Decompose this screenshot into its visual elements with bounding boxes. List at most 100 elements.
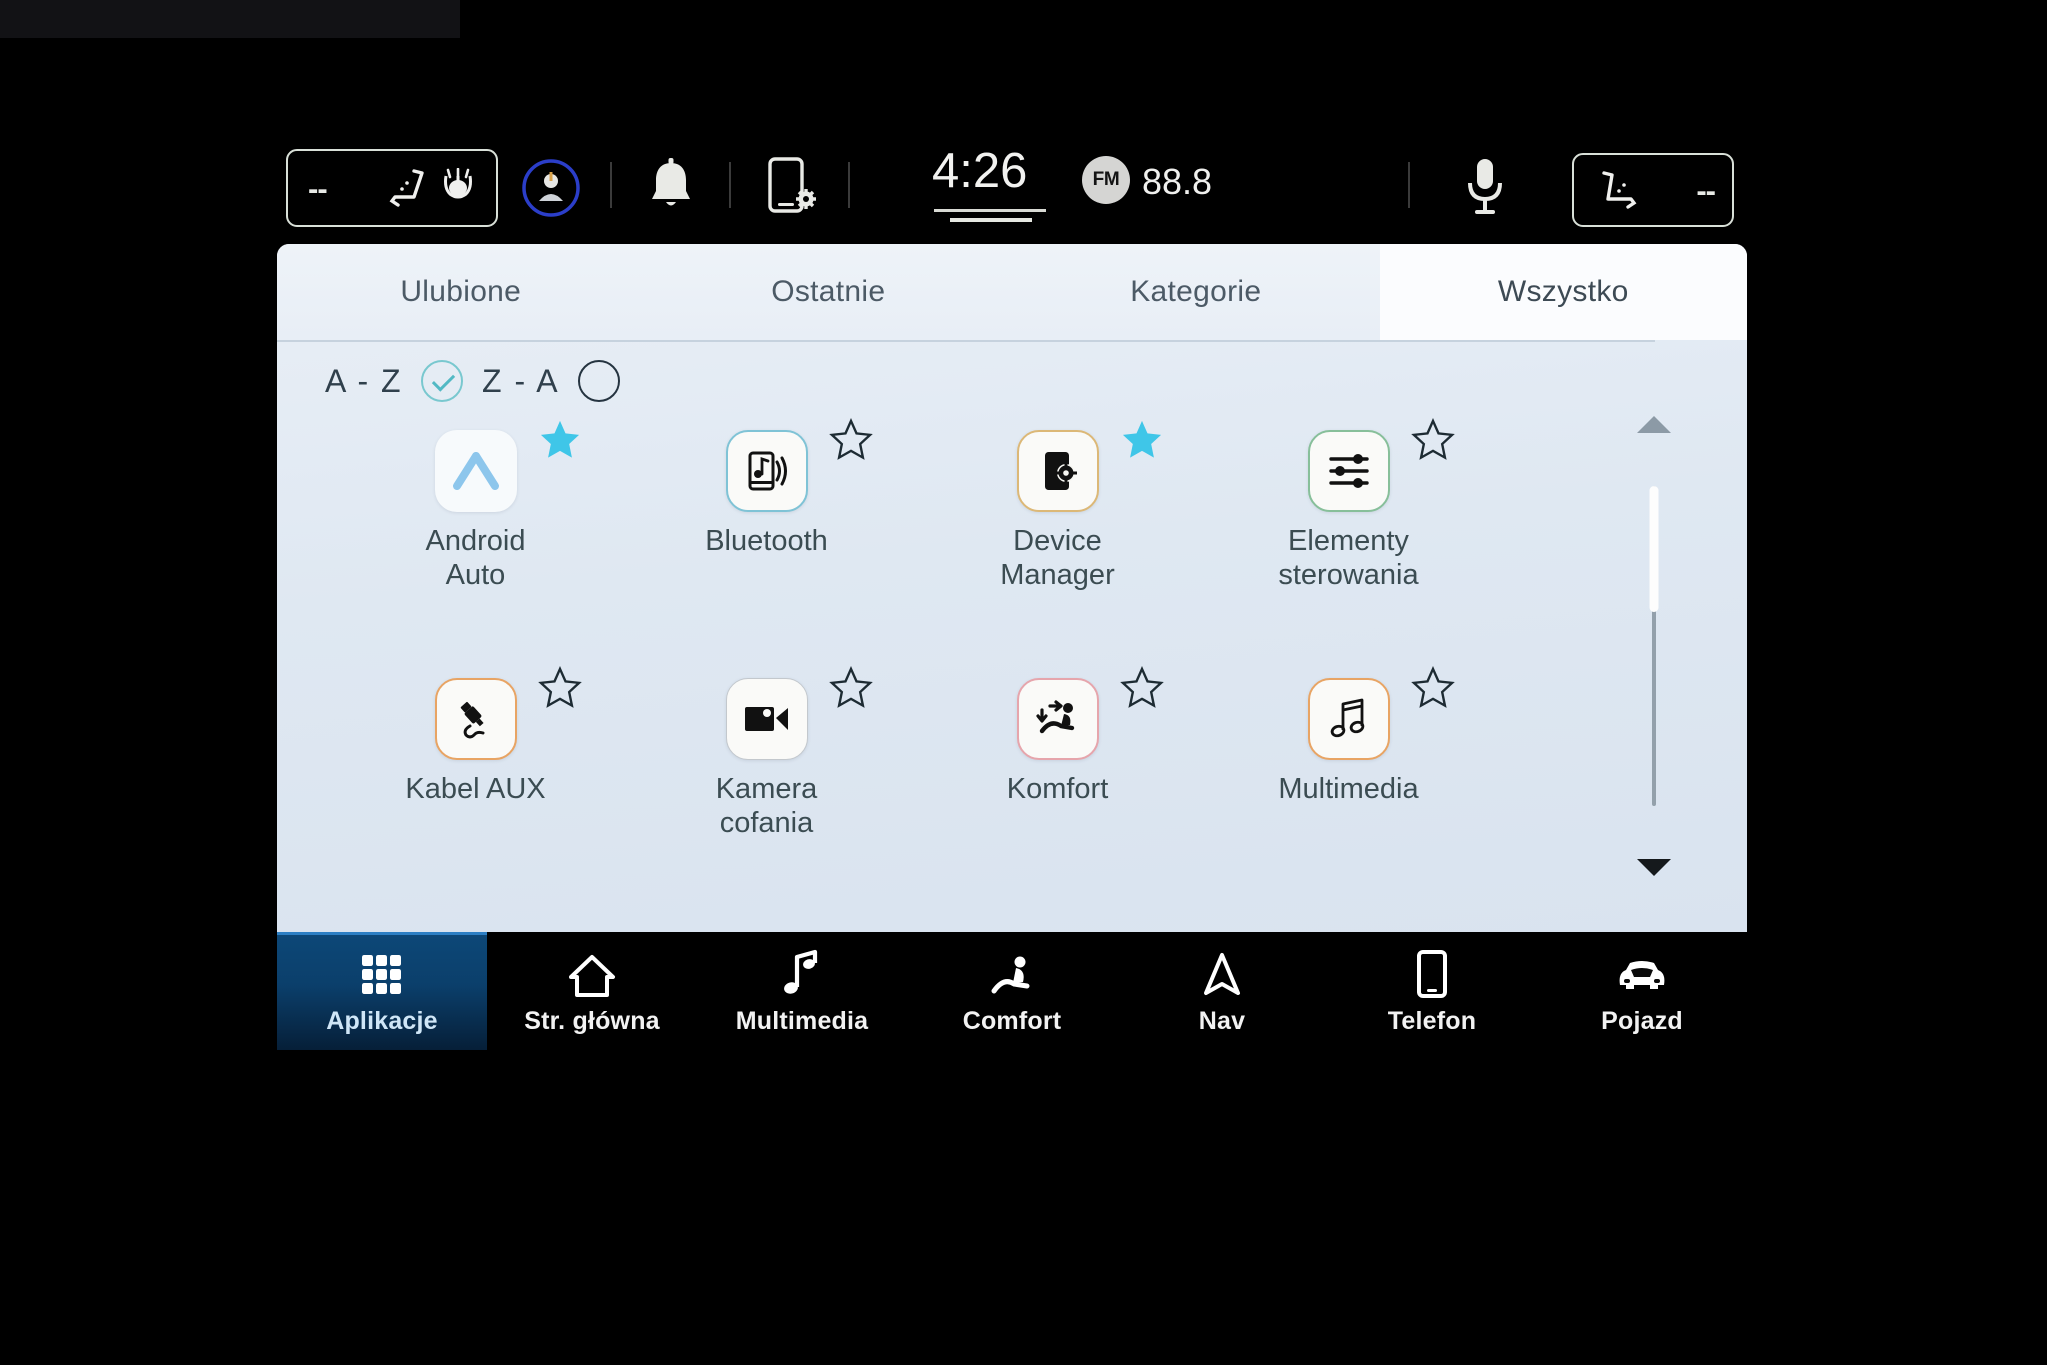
sort-za-label: Z - A [482, 362, 560, 399]
app-tile-komfort[interactable]: Komfort [893, 665, 1222, 898]
radio-frequency: 88.8 [1142, 161, 1213, 202]
app-icon-wrap [434, 665, 582, 760]
app-grid-scrollbar[interactable] [1629, 416, 1679, 876]
seat-climate-icon [1590, 169, 1646, 222]
left-seat-temp-value: -- [308, 171, 328, 206]
right-seat-temp-value: -- [1696, 173, 1716, 208]
navigation-arrow-icon [1201, 947, 1243, 999]
microphone-button[interactable] [1462, 155, 1508, 224]
app-icon-wrap [1016, 420, 1161, 512]
sort-az-radio[interactable] [420, 360, 463, 402]
app-icon-wrap [1307, 665, 1455, 760]
app-tile-kabel-aux[interactable]: Kabel AUX [311, 665, 640, 898]
controls-sliders-icon [1307, 430, 1390, 512]
right-seat-climate-button[interactable]: -- [1572, 153, 1734, 227]
app-label: Multimedia [1278, 773, 1419, 805]
tab-wszystko[interactable]: Wszystko [1379, 244, 1747, 340]
rear-camera-icon [725, 678, 808, 760]
nav-item-nav[interactable]: Nav [1117, 932, 1327, 1050]
app-label: Elementy sterowania [1278, 525, 1419, 592]
nav-label: Pojazd [1601, 1006, 1683, 1035]
app-icon-wrap [1307, 417, 1455, 512]
nav-item-multimedia[interactable]: Multimedia [697, 932, 907, 1050]
app-grid: Android Auto Bluetooth Device Manager El… [311, 417, 1627, 880]
infotainment-screen: -- 4:26 FM 88.8 -- Ulubione Ostatnie Kat… [0, 0, 2047, 1365]
scrollbar-thumb[interactable] [1649, 486, 1659, 612]
car-icon [1612, 947, 1672, 999]
multimedia-notes-icon [1307, 678, 1390, 760]
clock-underline-lower [950, 218, 1032, 222]
status-divider [1408, 162, 1410, 208]
favorite-star-outline[interactable] [537, 665, 582, 708]
favorite-star-outline[interactable] [1119, 665, 1164, 708]
favorite-star-outline[interactable] [828, 665, 873, 708]
nav-label: Multimedia [735, 1006, 869, 1035]
sort-za-option[interactable]: Z - A [482, 360, 620, 402]
left-seat-climate-button[interactable]: -- [286, 149, 498, 227]
tab-ulubione[interactable]: Ulubione [277, 244, 645, 340]
favorite-star-outline[interactable] [1410, 417, 1455, 460]
favorite-star-filled[interactable] [537, 418, 579, 458]
apps-grid-icon [358, 947, 406, 999]
favorite-star-outline[interactable] [1410, 665, 1455, 708]
aux-cable-icon [434, 678, 517, 760]
nav-label: Telefon [1387, 1006, 1477, 1035]
active-indicator [277, 932, 487, 935]
app-label: Kamera cofania [715, 773, 818, 840]
app-label: Android Auto [425, 525, 526, 592]
sort-az-option[interactable]: A - Z [325, 360, 463, 402]
clock-underline-upper [934, 209, 1046, 212]
app-icon-wrap [725, 665, 873, 760]
nav-item-telefon[interactable]: Telefon [1327, 932, 1537, 1050]
app-label: Bluetooth [705, 525, 828, 557]
phone-icon [1415, 947, 1449, 999]
seat-fan-icon [436, 167, 480, 217]
tab-kategorie[interactable]: Kategorie [1012, 244, 1380, 340]
comfort-seat-icon [1016, 678, 1099, 760]
music-note-icon [781, 947, 823, 999]
app-tile-android-auto[interactable]: Android Auto [311, 420, 640, 650]
nav-label: Aplikacje [326, 1006, 438, 1035]
home-icon [567, 947, 617, 999]
apps-panel: Ulubione Ostatnie Kategorie Wszystko A -… [277, 244, 1747, 932]
favorite-star-outline[interactable] [828, 417, 873, 460]
app-icon-wrap [1016, 665, 1164, 760]
scroll-down-arrow-icon[interactable] [1637, 859, 1671, 876]
nav-item-str-glowna[interactable]: Str. główna [487, 932, 697, 1050]
nav-item-pojazd[interactable]: Pojazd [1537, 932, 1747, 1050]
comfort-seat-icon [987, 947, 1037, 999]
bluetooth-audio-icon [725, 430, 808, 512]
nav-label: Comfort [962, 1006, 1062, 1035]
app-tile-kamera-cofania[interactable]: Kamera cofania [602, 665, 931, 898]
radio-band-badge: FM [1082, 156, 1130, 204]
bottom-nav-bar: Aplikacje Str. główna Multimedia Comfort… [277, 932, 1747, 1050]
nav-label: Nav [1198, 1006, 1246, 1035]
sort-za-radio[interactable] [577, 360, 620, 402]
app-icon-wrap [725, 417, 873, 512]
app-label: Kabel AUX [405, 773, 546, 805]
scroll-up-arrow-icon[interactable] [1637, 416, 1671, 433]
android-auto-icon [434, 430, 517, 512]
status-divider [729, 162, 731, 208]
app-label: Device Manager [1000, 525, 1115, 592]
tab-bar: Ulubione Ostatnie Kategorie Wszystko [277, 244, 1747, 340]
notification-bell-button[interactable] [644, 157, 698, 220]
app-icon-wrap [434, 420, 579, 512]
nav-item-aplikacje[interactable]: Aplikacje [277, 932, 487, 1050]
screen-bezel-glow [0, 0, 460, 38]
app-tile-bluetooth[interactable]: Bluetooth [602, 417, 931, 650]
favorite-star-filled[interactable] [1119, 418, 1161, 458]
status-divider [610, 162, 612, 208]
seat-heat-icon [384, 167, 432, 218]
sort-controls: A - Z Z - A [277, 342, 1747, 424]
nav-item-comfort[interactable]: Comfort [907, 932, 1117, 1050]
nav-label: Str. główna [524, 1006, 660, 1035]
app-tile-multimedia[interactable]: Multimedia [1184, 665, 1513, 898]
app-tile-device-manager[interactable]: Device Manager [893, 420, 1222, 650]
tab-ostatnie[interactable]: Ostatnie [645, 244, 1013, 340]
app-tile-elementy-sterowania[interactable]: Elementy sterowania [1184, 417, 1513, 650]
device-manager-icon [1016, 430, 1099, 512]
user-profile-button[interactable] [520, 157, 582, 224]
app-label: Komfort [1006, 773, 1109, 805]
status-bar: -- 4:26 FM 88.8 -- [272, 135, 1752, 245]
